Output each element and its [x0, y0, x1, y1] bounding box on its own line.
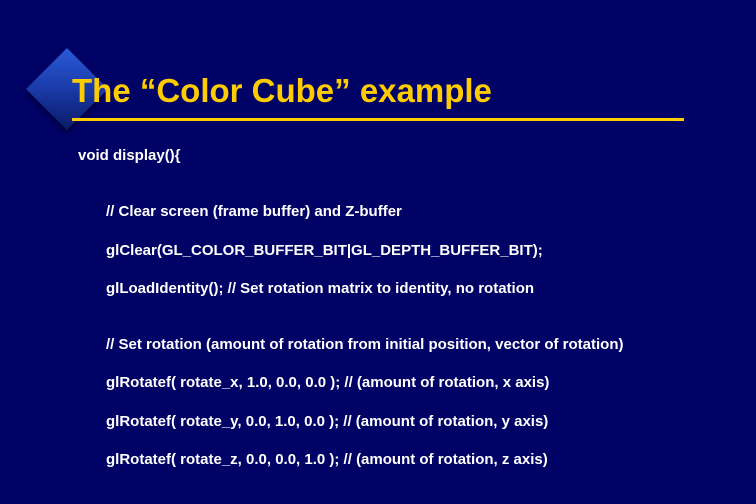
- code-line: glRotatef( rotate_z, 0.0, 0.0, 1.0 ); //…: [78, 450, 716, 470]
- slide-title: The “Color Cube” example: [72, 72, 726, 116]
- code-line: void display(){: [78, 146, 716, 166]
- title-underline: [72, 118, 684, 121]
- code-line: // Clear screen (frame buffer) and Z-buf…: [78, 202, 716, 222]
- blank-line: [78, 317, 716, 335]
- slide-body: void display(){ // Clear screen (frame bu…: [78, 146, 716, 488]
- code-line: // Set rotation (amount of rotation from…: [78, 335, 716, 355]
- code-line: glLoadIdentity(); // Set rotation matrix…: [78, 279, 716, 299]
- code-line: glRotatef( rotate_y, 0.0, 1.0, 0.0 ); //…: [78, 412, 716, 432]
- code-line: glRotatef( rotate_x, 1.0, 0.0, 0.0 ); //…: [78, 373, 716, 393]
- code-line: glClear(GL_COLOR_BUFFER_BIT|GL_DEPTH_BUF…: [78, 241, 716, 261]
- blank-line: [78, 184, 716, 202]
